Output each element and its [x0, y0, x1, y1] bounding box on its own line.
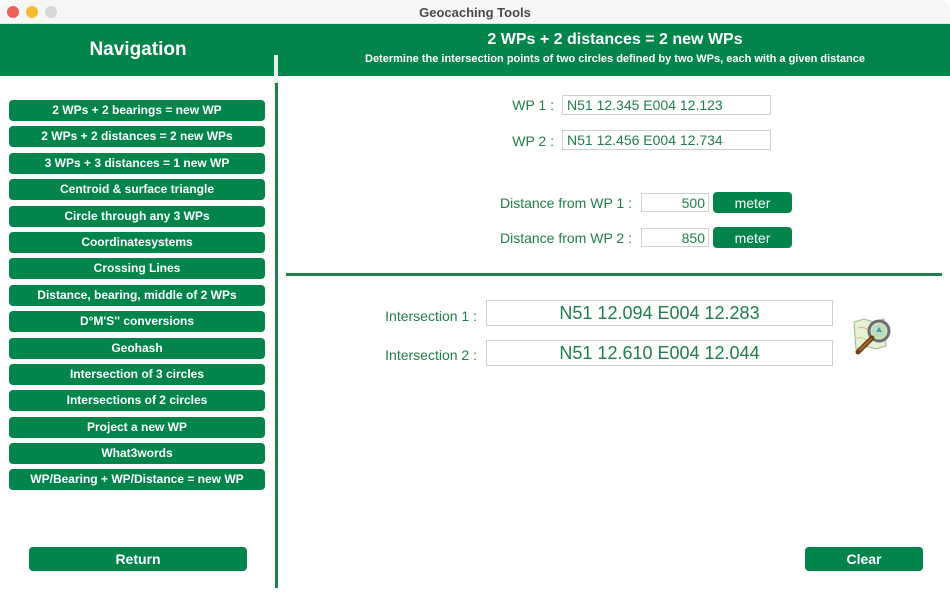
distance2-label: Distance from WP 2 :	[499, 230, 632, 246]
sidebar-item-circle-3wps[interactable]: Circle through any 3 WPs	[9, 205, 265, 227]
sidebar-item-what3words[interactable]: What3words	[9, 443, 265, 465]
sidebar-item-3wps-3distances[interactable]: 3 WPs + 3 distances = 1 new WP	[9, 152, 265, 174]
sidebar-item-crossing-lines[interactable]: Crossing Lines	[9, 258, 265, 280]
wp2-input[interactable]: N51 12.456 E004 12.734	[562, 130, 771, 150]
app-window: Geocaching Tools Navigation 2 WPs + 2 di…	[0, 0, 950, 594]
distance1-unit-button[interactable]: meter	[713, 192, 792, 213]
distance1-input[interactable]: 500	[641, 193, 709, 212]
return-button[interactable]: Return	[29, 547, 247, 571]
header-bar: Navigation 2 WPs + 2 distances = 2 new W…	[0, 24, 950, 94]
page-title: 2 WPs + 2 distances = 2 new WPs	[487, 31, 743, 48]
distance2-unit-button[interactable]: meter	[713, 227, 792, 248]
distance2-input[interactable]: 850	[641, 228, 709, 247]
wp1-label: WP 1 :	[512, 97, 554, 113]
intersection2-label: Intersection 2 :	[385, 347, 477, 363]
navigation-title: Navigation	[89, 39, 187, 60]
vertical-divider	[275, 83, 278, 588]
sidebar-item-project-wp[interactable]: Project a new WP	[9, 416, 265, 438]
intersection2-output[interactable]: N51 12.610 E004 12.044	[486, 340, 833, 366]
horizontal-divider	[286, 273, 942, 276]
sidebar-item-dms-conversions[interactable]: D°M'S'' conversions	[9, 311, 265, 333]
distance1-label: Distance from WP 1 :	[499, 195, 632, 211]
window-title: Geocaching Tools	[419, 5, 531, 20]
intersection1-label: Intersection 1 :	[385, 308, 477, 324]
sidebar-item-intersections-2-circles[interactable]: Intersections of 2 circles	[9, 390, 265, 412]
sidebar-item-geohash[interactable]: Geohash	[9, 337, 265, 359]
title-bar: Geocaching Tools	[0, 0, 950, 24]
sidebar-item-centroid[interactable]: Centroid & surface triangle	[9, 179, 265, 201]
page-subtitle: Determine the intersection points of two…	[365, 53, 865, 65]
wp2-label: WP 2 :	[512, 133, 554, 149]
sidebar-item-wp-bearing-distance[interactable]: WP/Bearing + WP/Distance = new WP	[9, 469, 265, 491]
intersection1-output[interactable]: N51 12.094 E004 12.283	[486, 300, 833, 326]
sidebar-item-2wps-2distances[interactable]: 2 WPs + 2 distances = 2 new WPs	[9, 126, 265, 148]
sidebar-item-coordinatesystems[interactable]: Coordinatesystems	[9, 231, 265, 253]
wp1-input[interactable]: N51 12.345 E004 12.123	[562, 95, 771, 115]
sidebar-nav: 2 WPs + 2 bearings = new WP 2 WPs + 2 di…	[9, 100, 265, 496]
sidebar-item-intersection-3-circles[interactable]: Intersection of 3 circles	[9, 363, 265, 385]
sidebar-item-distance-bearing[interactable]: Distance, bearing, middle of 2 WPs	[9, 284, 265, 306]
clear-button[interactable]: Clear	[805, 547, 923, 571]
map-magnifier-icon[interactable]	[850, 316, 894, 356]
sidebar-item-2wps-2bearings[interactable]: 2 WPs + 2 bearings = new WP	[9, 100, 265, 121]
